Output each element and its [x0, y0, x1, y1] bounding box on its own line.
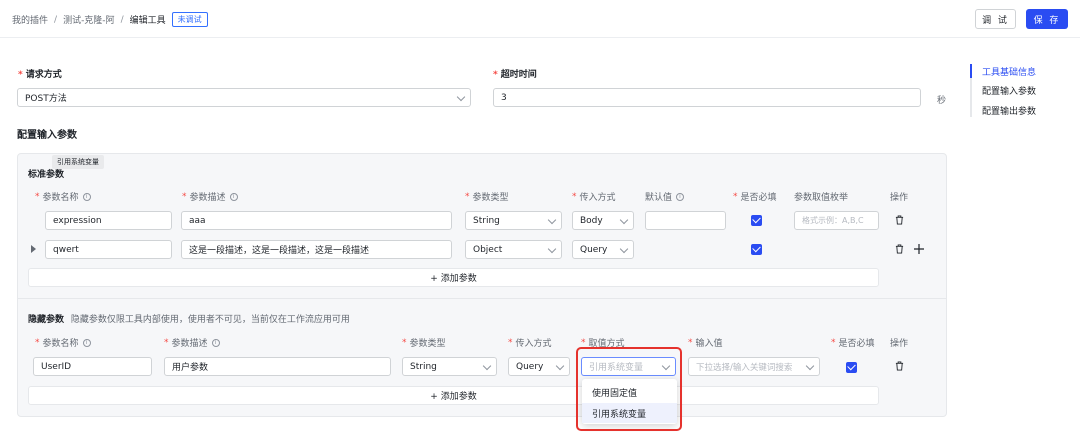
param-desc-input[interactable]: aaa [181, 211, 452, 230]
breadcrumb-separator: / [54, 14, 58, 25]
chevron-down-icon [456, 92, 466, 102]
right-nav-track [970, 64, 972, 117]
info-circle-icon[interactable]: i [676, 192, 685, 201]
add-param-button[interactable]: + 添加参数 [28, 268, 879, 287]
hidden-col-header-input-value: * 输入值 [688, 337, 723, 350]
hidden-params-title: 隐藏参数 [28, 315, 65, 325]
hidden-col-header-name: * 参数名称 i [35, 336, 91, 349]
hidden-col-header-method: * 传入方式 [508, 337, 552, 350]
info-circle-icon[interactable]: i [229, 192, 238, 201]
request-method-value: POST方法 [25, 94, 67, 104]
save-button[interactable]: 保 存 [1026, 9, 1068, 29]
hidden-col-header-type: * 参数类型 [402, 337, 446, 350]
hidden-param-name-input[interactable]: UserID [33, 357, 152, 376]
timeout-input[interactable]: 3 [493, 88, 921, 107]
param-method-select[interactable]: Query [572, 240, 634, 259]
timeout-label: * 超时时间 [493, 70, 537, 80]
trash-icon[interactable] [895, 361, 904, 371]
section-divider [18, 298, 946, 299]
caret-right-icon[interactable] [31, 245, 36, 253]
standard-params-title: 标准参数 [28, 170, 65, 180]
col-header-type: * 参数类型 [465, 191, 509, 204]
col-header-desc: * 参数描述 i [182, 190, 238, 203]
col-header-required: * 是否必填 [733, 191, 777, 204]
param-name-input[interactable]: qwert [45, 240, 172, 259]
hidden-param-type-select[interactable]: String [402, 357, 497, 376]
chevron-down-icon [619, 215, 629, 225]
section-title: 配置输入参数 [17, 130, 77, 141]
chevron-down-icon [805, 361, 815, 371]
chevron-down-icon [547, 244, 557, 254]
param-type-select[interactable]: Object [465, 240, 562, 259]
hidden-required-checkbox[interactable] [846, 362, 857, 373]
required-checkbox[interactable] [751, 244, 762, 255]
param-desc-input[interactable]: 这是一段描述，这是一段描述，这是一段描述 [181, 240, 452, 259]
info-circle-icon[interactable]: i [82, 338, 91, 347]
param-default-input[interactable] [645, 211, 726, 230]
right-nav-item-basic-info[interactable]: 工具基础信息 [982, 65, 1036, 78]
col-header-name: * 参数名称 i [35, 190, 91, 203]
hidden-col-header-ops: 操作 [890, 339, 909, 349]
debug-button[interactable]: 调 试 [975, 9, 1016, 29]
right-nav-item-input-params[interactable]: 配置输入参数 [982, 84, 1036, 97]
breadcrumb-separator: / [120, 14, 124, 25]
param-method-select[interactable]: Body [572, 211, 634, 230]
timeout-value: 3 [501, 92, 507, 103]
input-value-select[interactable]: 下拉选择/输入关键词搜索 [688, 357, 820, 376]
param-type-select[interactable]: String [465, 211, 562, 230]
highlight-box [576, 347, 682, 431]
chevron-down-icon [547, 215, 557, 225]
info-circle-icon[interactable]: i [211, 338, 220, 347]
col-header-default: 默认值 i [645, 190, 685, 203]
hidden-col-header-required: * 是否必填 [831, 337, 875, 350]
hidden-param-desc-input[interactable]: 用户参数 [164, 357, 391, 376]
right-nav-active-indicator [970, 64, 972, 78]
right-nav-item-output-params[interactable]: 配置输出参数 [982, 104, 1036, 117]
chevron-down-icon [482, 361, 492, 371]
breadcrumb-item-my-plugins[interactable]: 我的插件 [12, 13, 48, 26]
hidden-params-subtitle: 隐藏参数仅限工具内部使用，使用者不可见，当前仅在工作流应用可用 [70, 315, 350, 325]
trash-icon[interactable] [895, 244, 904, 254]
hidden-params-heading: 隐藏参数 隐藏参数仅限工具内部使用，使用者不可见，当前仅在工作流应用可用 [28, 312, 350, 325]
chevron-down-icon [619, 244, 629, 254]
enum-input[interactable]: 格式示例：A,B,C [794, 211, 879, 230]
status-badge: 未调试 [171, 12, 208, 27]
request-method-select[interactable]: POST方法 [17, 88, 471, 107]
param-name-input[interactable]: expression [45, 211, 172, 230]
info-circle-icon[interactable]: i [82, 192, 91, 201]
breadcrumb-item-plugin[interactable]: 测试-克隆-阿 [63, 13, 115, 26]
add-hidden-param-button[interactable]: + 添加参数 [28, 386, 879, 405]
chevron-down-icon [555, 361, 565, 371]
timeout-unit: 秒 [937, 96, 947, 106]
hidden-col-header-desc: * 参数描述 i [164, 336, 220, 349]
col-header-ops: 操作 [890, 193, 909, 203]
col-header-method: * 传入方式 [572, 191, 616, 204]
breadcrumb: 我的插件 / 测试-克隆-阿 / 编辑工具 未调试 [12, 12, 208, 27]
trash-icon[interactable] [895, 215, 904, 225]
hidden-param-method-select[interactable]: Query [508, 357, 570, 376]
breadcrumb-item-current: 编辑工具 [129, 16, 166, 26]
required-checkbox[interactable] [751, 215, 762, 226]
request-method-label: * 请求方式 [18, 70, 62, 80]
plus-icon[interactable] [914, 244, 924, 254]
col-header-enum: 参数取值枚举 [794, 193, 849, 203]
